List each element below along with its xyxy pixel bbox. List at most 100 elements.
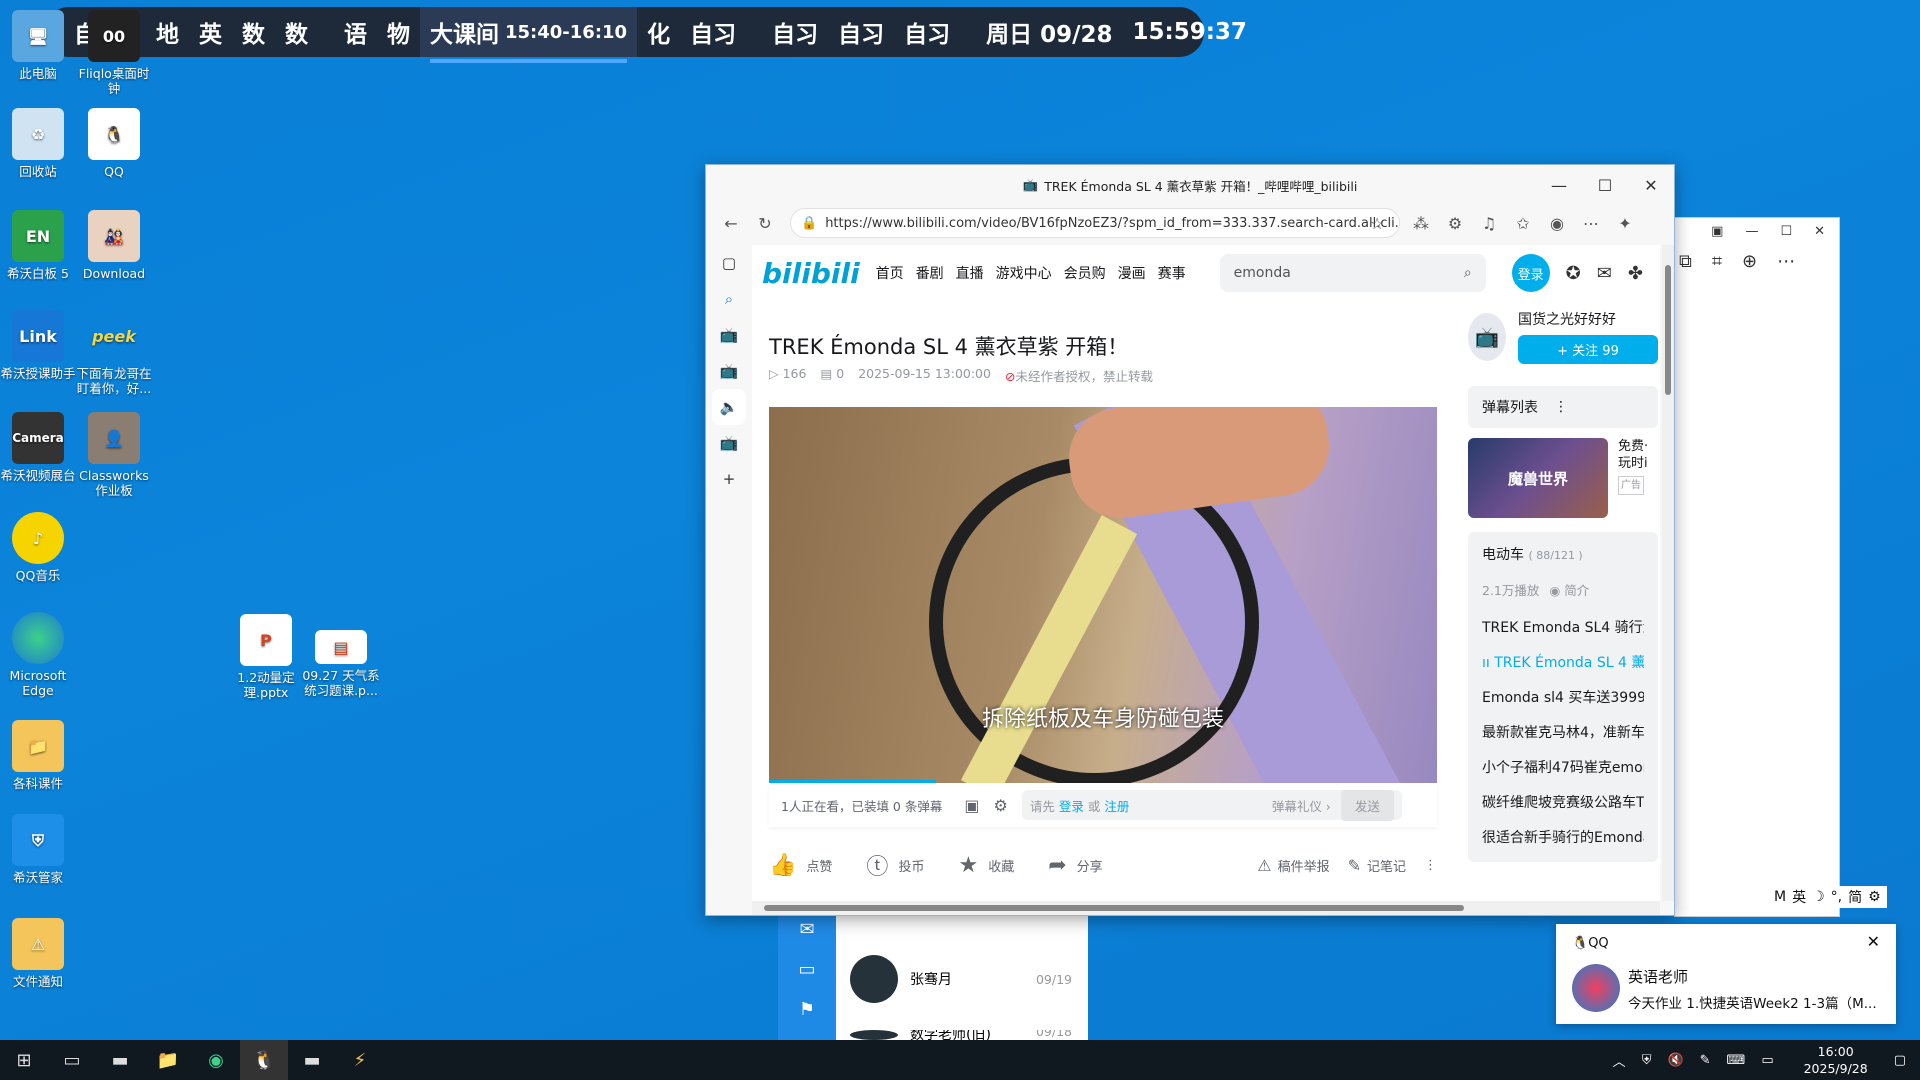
nav-vip[interactable]: 会员购: [1064, 263, 1106, 283]
screen-icon[interactable]: ⧉: [1679, 251, 1692, 272]
edge-icon[interactable]: ◉: [192, 1040, 240, 1080]
like-button[interactable]: 👍 点赞: [769, 853, 832, 878]
close-icon[interactable]: ✕: [1867, 932, 1880, 951]
profile-icon[interactable]: ◉: [1540, 214, 1574, 233]
nav-home[interactable]: 首页: [876, 263, 904, 283]
qq-notification[interactable]: 🐧QQ ✕ 英语老师 今天作业 1.快捷英语Week2 1-3篇（M...: [1556, 924, 1896, 1024]
desktop-icon-qq[interactable]: 🐧 QQ: [74, 108, 154, 179]
tv-icon[interactable]: 📺: [706, 353, 752, 389]
ad-card[interactable]: 魔兽世界 免费· 玩时i 广告: [1468, 438, 1658, 518]
collection-title[interactable]: 电动车: [1482, 547, 1524, 563]
mail-icon[interactable]: ✉: [778, 910, 836, 950]
more-icon[interactable]: ⋯: [1777, 251, 1795, 272]
ime-language[interactable]: 英: [1792, 887, 1806, 907]
scroll-thumb[interactable]: [764, 905, 1464, 911]
tabs-icon[interactable]: ▢: [706, 245, 752, 281]
report-button[interactable]: ⚠ 稿件举报: [1257, 856, 1329, 875]
desktop-icon-download[interactable]: 🎎 Download: [74, 210, 154, 281]
copilot-icon[interactable]: ✦: [1608, 214, 1642, 233]
pen-icon[interactable]: ✎: [1700, 1053, 1711, 1068]
share-button[interactable]: ➦ 分享: [1048, 853, 1102, 878]
login-button[interactable]: 登录: [1511, 254, 1550, 292]
dynamic-icon[interactable]: ✤: [1628, 263, 1643, 284]
task-view-icon[interactable]: ▭: [48, 1040, 96, 1080]
extension-icon[interactable]: ⁂: [1404, 214, 1438, 233]
note-button[interactable]: ✎ 记笔记: [1348, 856, 1406, 875]
scroll-thumb[interactable]: [1665, 265, 1671, 395]
ime-punctuation[interactable]: °,: [1831, 889, 1842, 905]
desktop-icon-edge[interactable]: Microsoft Edge: [0, 612, 78, 698]
shield-icon[interactable]: ⛨: [1642, 1053, 1652, 1068]
collection-item[interactable]: Emonda sl4 买车送3999元: [1482, 681, 1644, 716]
follow-button[interactable]: + 关注 99: [1518, 335, 1658, 364]
file-explorer-icon[interactable]: 📁: [144, 1040, 192, 1080]
search-input[interactable]: emonda ⌕: [1219, 254, 1486, 292]
favorite-star-icon[interactable]: ☆: [1360, 214, 1394, 233]
horizontal-scrollbar[interactable]: [752, 901, 1660, 915]
coin-button[interactable]: ⓣ 投币: [866, 849, 924, 881]
snap-icon[interactable]: ▣: [1711, 224, 1723, 239]
tv-icon[interactable]: 📺: [706, 425, 752, 461]
chevron-up-icon[interactable]: ︿: [1613, 1051, 1626, 1070]
ime-mode[interactable]: M: [1774, 889, 1786, 905]
back-icon[interactable]: ←: [714, 214, 748, 233]
collection-item-active[interactable]: ıı TREK Émonda SL 4 薰: [1482, 646, 1644, 681]
nav-bangumi[interactable]: 番剧: [916, 263, 944, 283]
desktop-icon-seewo-camera[interactable]: Camera 希沃视频展台: [0, 412, 78, 483]
bookmark-icon[interactable]: ⚑: [778, 990, 836, 1030]
puzzle-icon[interactable]: ⚙: [1438, 214, 1472, 233]
search-icon[interactable]: ⌕: [706, 281, 752, 317]
collection-item[interactable]: 很适合新手骑行的Emonda: [1482, 821, 1644, 856]
minimize-icon[interactable]: —: [1745, 224, 1758, 239]
dm-login-link[interactable]: 登录: [1059, 796, 1084, 815]
bilibili-logo[interactable]: bilibili: [762, 257, 860, 290]
more-actions-icon[interactable]: ⋮: [1424, 858, 1437, 873]
uploader-name[interactable]: 国货之光好好好: [1518, 309, 1658, 329]
camera-app-icon[interactable]: ▬: [96, 1040, 144, 1080]
maximize-icon[interactable]: ☐: [1582, 165, 1628, 205]
vip-icon[interactable]: ✪: [1566, 263, 1581, 284]
qq-taskbar-icon[interactable]: 🐧: [240, 1040, 288, 1080]
read-aloud-icon[interactable]: ♫: [1472, 214, 1506, 233]
background-window[interactable]: ▣ — ☐ ✕ ⧉ ⌗ ⊕ ⋯: [1674, 217, 1840, 917]
danmaku-settings-icon[interactable]: ⚙: [993, 796, 1007, 815]
nav-live[interactable]: 直播: [956, 263, 984, 283]
ime-settings-icon[interactable]: ⚙: [1868, 889, 1881, 905]
add-icon[interactable]: +: [706, 461, 752, 497]
favorite-button[interactable]: ★ 收藏: [958, 853, 1014, 878]
close-icon[interactable]: ✕: [1628, 165, 1674, 205]
address-bar[interactable]: 🔒 https://www.bilibili.com/video/BV16fpNz…: [790, 208, 1400, 238]
maximize-icon[interactable]: ☐: [1780, 224, 1792, 239]
desktop-icon-qq-music[interactable]: ♪ QQ音乐: [0, 512, 78, 583]
desktop-icon-this-pc[interactable]: 🖥 此电脑: [0, 10, 78, 81]
desktop-icon-file-notice[interactable]: ⚠ 文件通知: [0, 918, 78, 989]
desktop-icon-fliqlo[interactable]: 00 Fliqlo桌面时钟: [74, 10, 154, 96]
danmaku-input[interactable]: 请先 登录 或 注册 弹幕礼仪 › 发送: [1021, 789, 1402, 821]
desktop-icon-longge[interactable]: peek 下面有龙哥在盯着你，好...: [74, 310, 154, 396]
more-icon[interactable]: ⋮: [1554, 399, 1568, 415]
refresh-icon[interactable]: ↻: [748, 214, 782, 233]
crop-icon[interactable]: ⌗: [1712, 251, 1722, 272]
browser-window[interactable]: 📺 TREK Émonda SL 4 薰衣草紫 开箱！_哔哩哔哩_bilibil…: [705, 164, 1675, 916]
qq-chat-item[interactable]: 张骞月 09/19: [836, 944, 1086, 1014]
volume-icon[interactable]: 🔇: [1667, 1053, 1683, 1068]
search-icon[interactable]: ⌕: [1464, 265, 1472, 281]
notification-center-icon[interactable]: ▢: [1894, 1053, 1906, 1068]
desktop-icon-seewo-link[interactable]: Link 希沃授课助手: [0, 310, 78, 381]
danmaku-etiquette-link[interactable]: 弹幕礼仪 ›: [1272, 796, 1331, 815]
minimize-icon[interactable]: —: [1536, 165, 1582, 205]
start-icon[interactable]: ⊞: [0, 1040, 48, 1080]
uploader-avatar[interactable]: 📺: [1468, 312, 1506, 361]
vertical-scrollbar[interactable]: [1662, 245, 1674, 901]
collection-item[interactable]: 最新款崔克马林4，准新车: [1482, 716, 1644, 751]
keyboard-icon[interactable]: ⌨: [1727, 1053, 1746, 1068]
collection-item[interactable]: TREK Emonda SL4 骑行测: [1482, 611, 1644, 646]
qq-chat-item[interactable]: 数学老师(旧) 09/18: [836, 1030, 1086, 1040]
display-icon[interactable]: ▭: [1761, 1053, 1773, 1068]
camera-app-icon[interactable]: ▬: [288, 1040, 336, 1080]
video-player[interactable]: 拆除纸板及车身防碰包装: [769, 407, 1437, 783]
more-icon[interactable]: ⋯: [1574, 214, 1608, 233]
taskbar-clock[interactable]: 16:00 2025/9/28: [1804, 1043, 1868, 1077]
speaker-icon[interactable]: 🔈: [712, 389, 746, 425]
desktop-icon-classworks[interactable]: 👤 Classworks作业板: [74, 412, 154, 498]
